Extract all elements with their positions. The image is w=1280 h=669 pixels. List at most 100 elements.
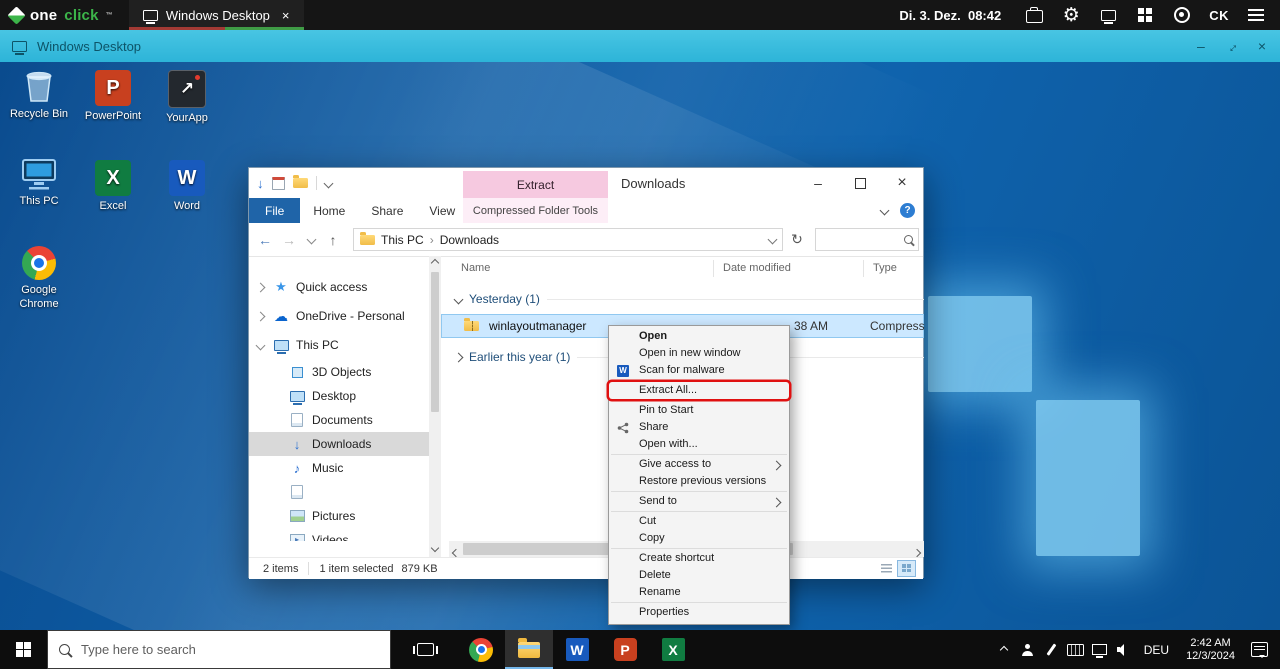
desktop-icon-recycle-bin[interactable]: Recycle Bin — [4, 68, 74, 122]
address-bar[interactable]: This PC Downloads — [353, 228, 783, 251]
tray-network-button[interactable] — [1088, 630, 1112, 669]
scroll-up-arrow-icon[interactable] — [431, 259, 439, 267]
expander-chevron-icon[interactable] — [256, 340, 266, 350]
sidebar-item-blank[interactable] — [249, 480, 429, 504]
menu-item-pin-to-start[interactable]: Pin to Start — [609, 402, 789, 419]
menu-item-rename[interactable]: Rename — [609, 584, 789, 601]
expander-chevron-icon[interactable] — [256, 311, 266, 321]
menu-item-share[interactable]: Share — [609, 419, 789, 436]
menu-button[interactable] — [1246, 5, 1266, 25]
column-header-date[interactable]: Date modified — [723, 262, 791, 274]
menu-item-cut[interactable]: Cut — [609, 513, 789, 530]
desktop-icon-powerpoint[interactable]: PowerPoint — [78, 70, 148, 124]
menu-item-open-with[interactable]: Open with... — [609, 436, 789, 453]
taskbar-search-input[interactable] — [79, 641, 353, 658]
taskbar-excel-button[interactable] — [649, 630, 697, 669]
taskbar-clock[interactable]: 2:42 AM 12/3/2024 — [1177, 637, 1244, 663]
scroll-right-arrow-icon[interactable] — [913, 549, 921, 557]
sidebar-item-pictures[interactable]: Pictures — [249, 504, 429, 528]
maximize-button[interactable] — [839, 168, 881, 198]
menu-item-give-access-to[interactable]: Give access to — [609, 456, 789, 473]
tray-keyboard-button[interactable] — [1064, 630, 1088, 669]
forward-button[interactable] — [279, 223, 299, 256]
desktop-icon-this-pc[interactable]: This PC — [4, 158, 74, 209]
sidebar-item-3d-objects[interactable]: 3D Objects — [249, 360, 429, 384]
breadcrumb-this-pc[interactable]: This PC — [381, 233, 424, 247]
desktop-icon-word[interactable]: Word — [152, 160, 222, 214]
settings-button[interactable] — [1061, 5, 1081, 25]
qat-customize-chevron-icon[interactable] — [323, 178, 333, 188]
help-icon[interactable] — [900, 203, 915, 218]
sidebar-item-documents[interactable]: Documents — [249, 408, 429, 432]
taskbar-chrome-button[interactable] — [457, 630, 505, 669]
desktop-icon-google-chrome[interactable]: Google Chrome — [4, 246, 74, 312]
minimize-button[interactable] — [797, 168, 839, 198]
menu-item-create-shortcut[interactable]: Create shortcut — [609, 550, 789, 567]
scroll-down-arrow-icon[interactable] — [431, 544, 439, 552]
qat-folder-icon[interactable] — [293, 178, 308, 188]
display-button[interactable] — [1098, 5, 1118, 25]
desktop-icon-yourapp[interactable]: YourApp — [152, 70, 222, 126]
breadcrumb-downloads[interactable]: Downloads — [440, 233, 499, 247]
close-icon[interactable] — [1258, 38, 1266, 54]
taskbar-file-explorer-button[interactable] — [505, 630, 553, 669]
recent-locations-chevron-icon[interactable] — [301, 223, 321, 256]
details-view-button[interactable] — [878, 561, 895, 576]
downloads-folder-icon[interactable] — [257, 176, 264, 191]
contextual-tab-header[interactable]: Extract — [463, 171, 608, 198]
desktop-icon-excel[interactable]: Excel — [78, 160, 148, 214]
vertical-scrollbar[interactable] — [429, 256, 441, 557]
files-button[interactable] — [1024, 5, 1044, 25]
tab-file[interactable]: File — [249, 198, 300, 223]
up-button[interactable] — [323, 223, 343, 256]
action-center-button[interactable] — [1244, 630, 1274, 669]
tray-volume-button[interactable] — [1112, 630, 1136, 669]
group-header-yesterday[interactable]: Yesterday (1) — [455, 292, 924, 306]
tab-windows-desktop[interactable]: Windows Desktop — [129, 0, 304, 30]
start-button[interactable] — [0, 630, 47, 669]
explorer-search-input[interactable] — [816, 234, 900, 246]
tab-compressed-folder-tools[interactable]: Compressed Folder Tools — [463, 198, 608, 223]
column-header-name[interactable]: Name — [461, 262, 490, 274]
column-divider[interactable] — [863, 260, 864, 277]
column-header-type[interactable]: Type — [873, 262, 897, 274]
tab-view[interactable]: View — [416, 198, 468, 223]
tab-home[interactable]: Home — [300, 198, 358, 223]
menu-item-restore-previous-versions[interactable]: Restore previous versions — [609, 473, 789, 490]
group-collapse-chevron-icon[interactable] — [454, 294, 464, 304]
tab-close-icon[interactable] — [282, 8, 290, 23]
sidebar-item-videos[interactable]: Videos — [249, 528, 429, 541]
menu-item-open[interactable]: Open — [609, 328, 789, 345]
refresh-button[interactable] — [787, 223, 807, 256]
user-avatar[interactable]: CK — [1209, 8, 1229, 23]
sidebar-item-onedrive[interactable]: OneDrive - Personal — [249, 304, 429, 328]
record-button[interactable] — [1172, 5, 1192, 25]
taskbar-powerpoint-button[interactable] — [601, 630, 649, 669]
column-divider[interactable] — [713, 260, 714, 277]
sidebar-item-desktop[interactable]: Desktop — [249, 384, 429, 408]
tab-share[interactable]: Share — [358, 198, 416, 223]
back-button[interactable] — [255, 223, 275, 256]
taskbar-word-button[interactable] — [553, 630, 601, 669]
group-expand-chevron-icon[interactable] — [454, 352, 464, 362]
qat-properties-icon[interactable] — [272, 177, 285, 190]
tray-user-button[interactable] — [1016, 630, 1040, 669]
exit-fullscreen-icon[interactable] — [1221, 36, 1241, 56]
explorer-search-box[interactable] — [815, 228, 919, 251]
tray-pen-button[interactable] — [1040, 630, 1064, 669]
close-button[interactable] — [881, 168, 923, 198]
large-icons-view-button[interactable] — [898, 561, 915, 576]
menu-item-open-in-new-window[interactable]: Open in new window — [609, 345, 789, 362]
language-indicator[interactable]: DEU — [1136, 643, 1177, 657]
menu-item-delete[interactable]: Delete — [609, 567, 789, 584]
sidebar-item-this-pc[interactable]: This PC — [249, 333, 429, 357]
apps-grid-button[interactable] — [1135, 5, 1155, 25]
menu-item-properties[interactable]: Properties — [609, 604, 789, 621]
menu-item-copy[interactable]: Copy — [609, 530, 789, 547]
task-view-button[interactable] — [401, 630, 449, 669]
sidebar-item-music[interactable]: Music — [249, 456, 429, 480]
address-dropdown-chevron-icon[interactable] — [768, 235, 778, 245]
expand-ribbon-chevron-icon[interactable] — [880, 206, 890, 216]
sidebar-item-downloads[interactable]: Downloads — [249, 432, 429, 456]
taskbar-search[interactable] — [47, 630, 391, 669]
